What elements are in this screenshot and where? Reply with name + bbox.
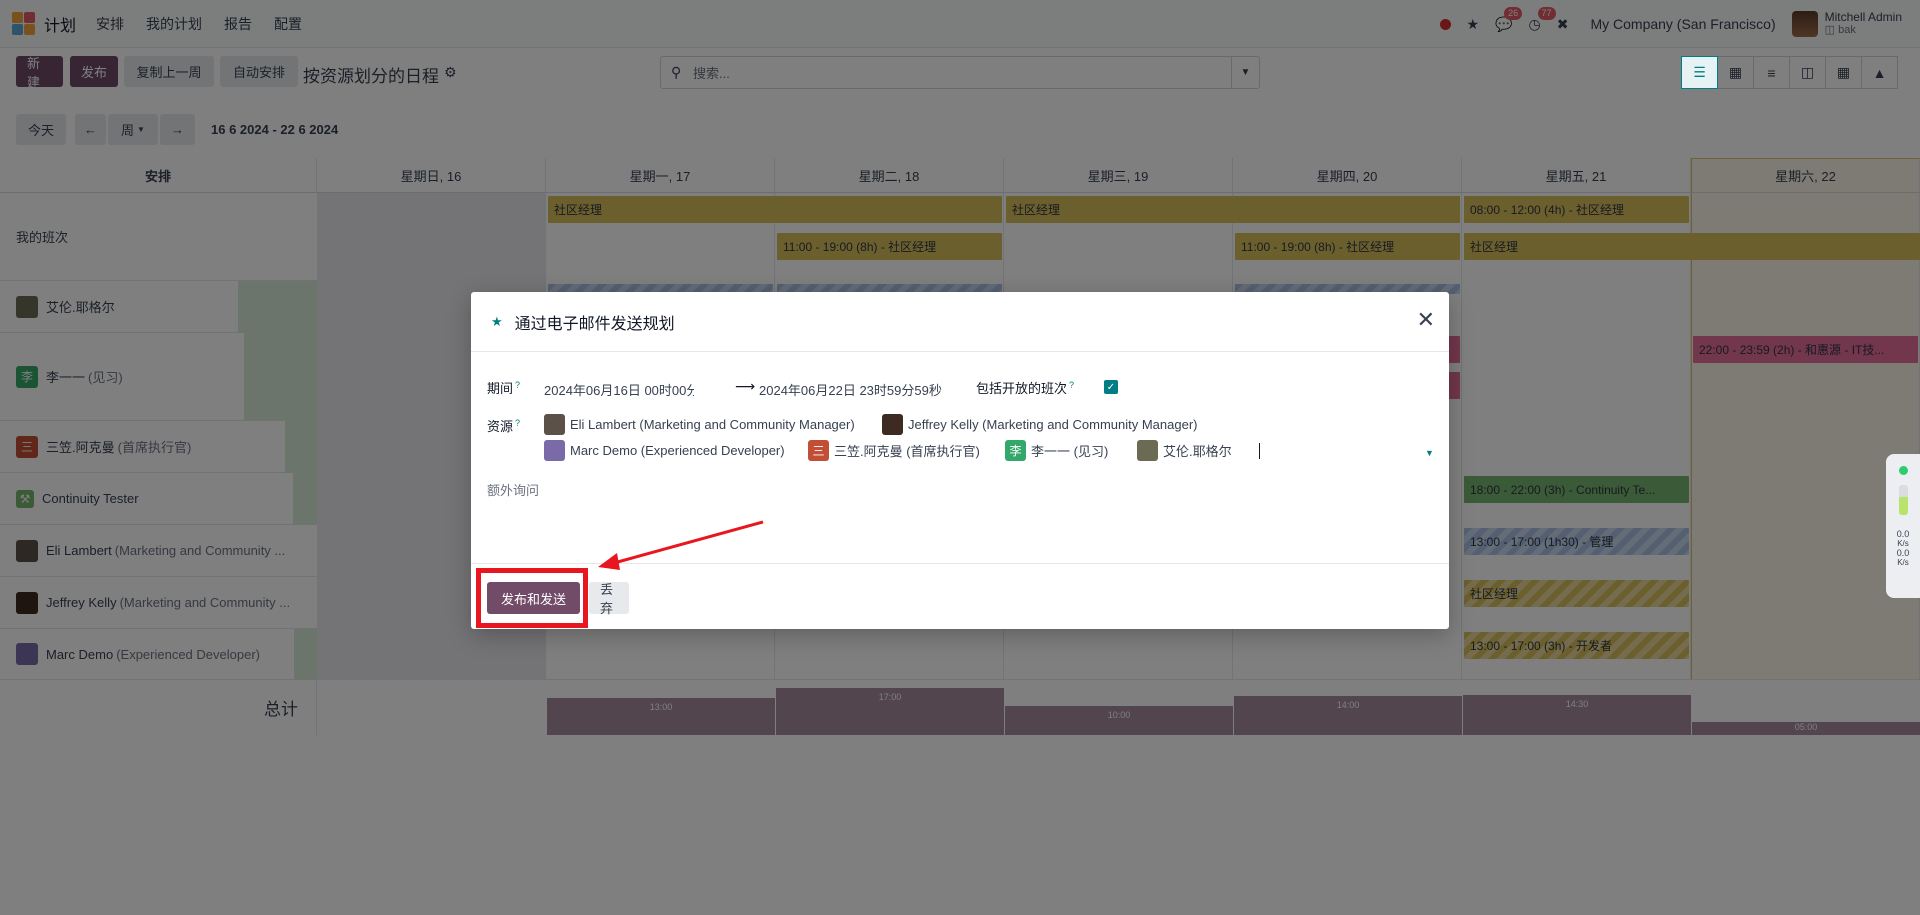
gantt-icon: ☰ xyxy=(1693,64,1706,80)
download-speed: 0.0 xyxy=(1896,548,1910,558)
upload-speed: 0.0 xyxy=(1896,529,1910,539)
level-bar xyxy=(1898,485,1908,515)
network-speed-widget: 0.0 K/s 0.0 K/s xyxy=(1886,454,1920,598)
status-dot xyxy=(1898,466,1908,475)
annotation-arrow xyxy=(598,520,764,570)
download-unit: K/s xyxy=(1897,558,1909,567)
gantt-view-button[interactable]: ☰ xyxy=(1681,56,1718,89)
upload-unit: K/s xyxy=(1897,539,1909,548)
